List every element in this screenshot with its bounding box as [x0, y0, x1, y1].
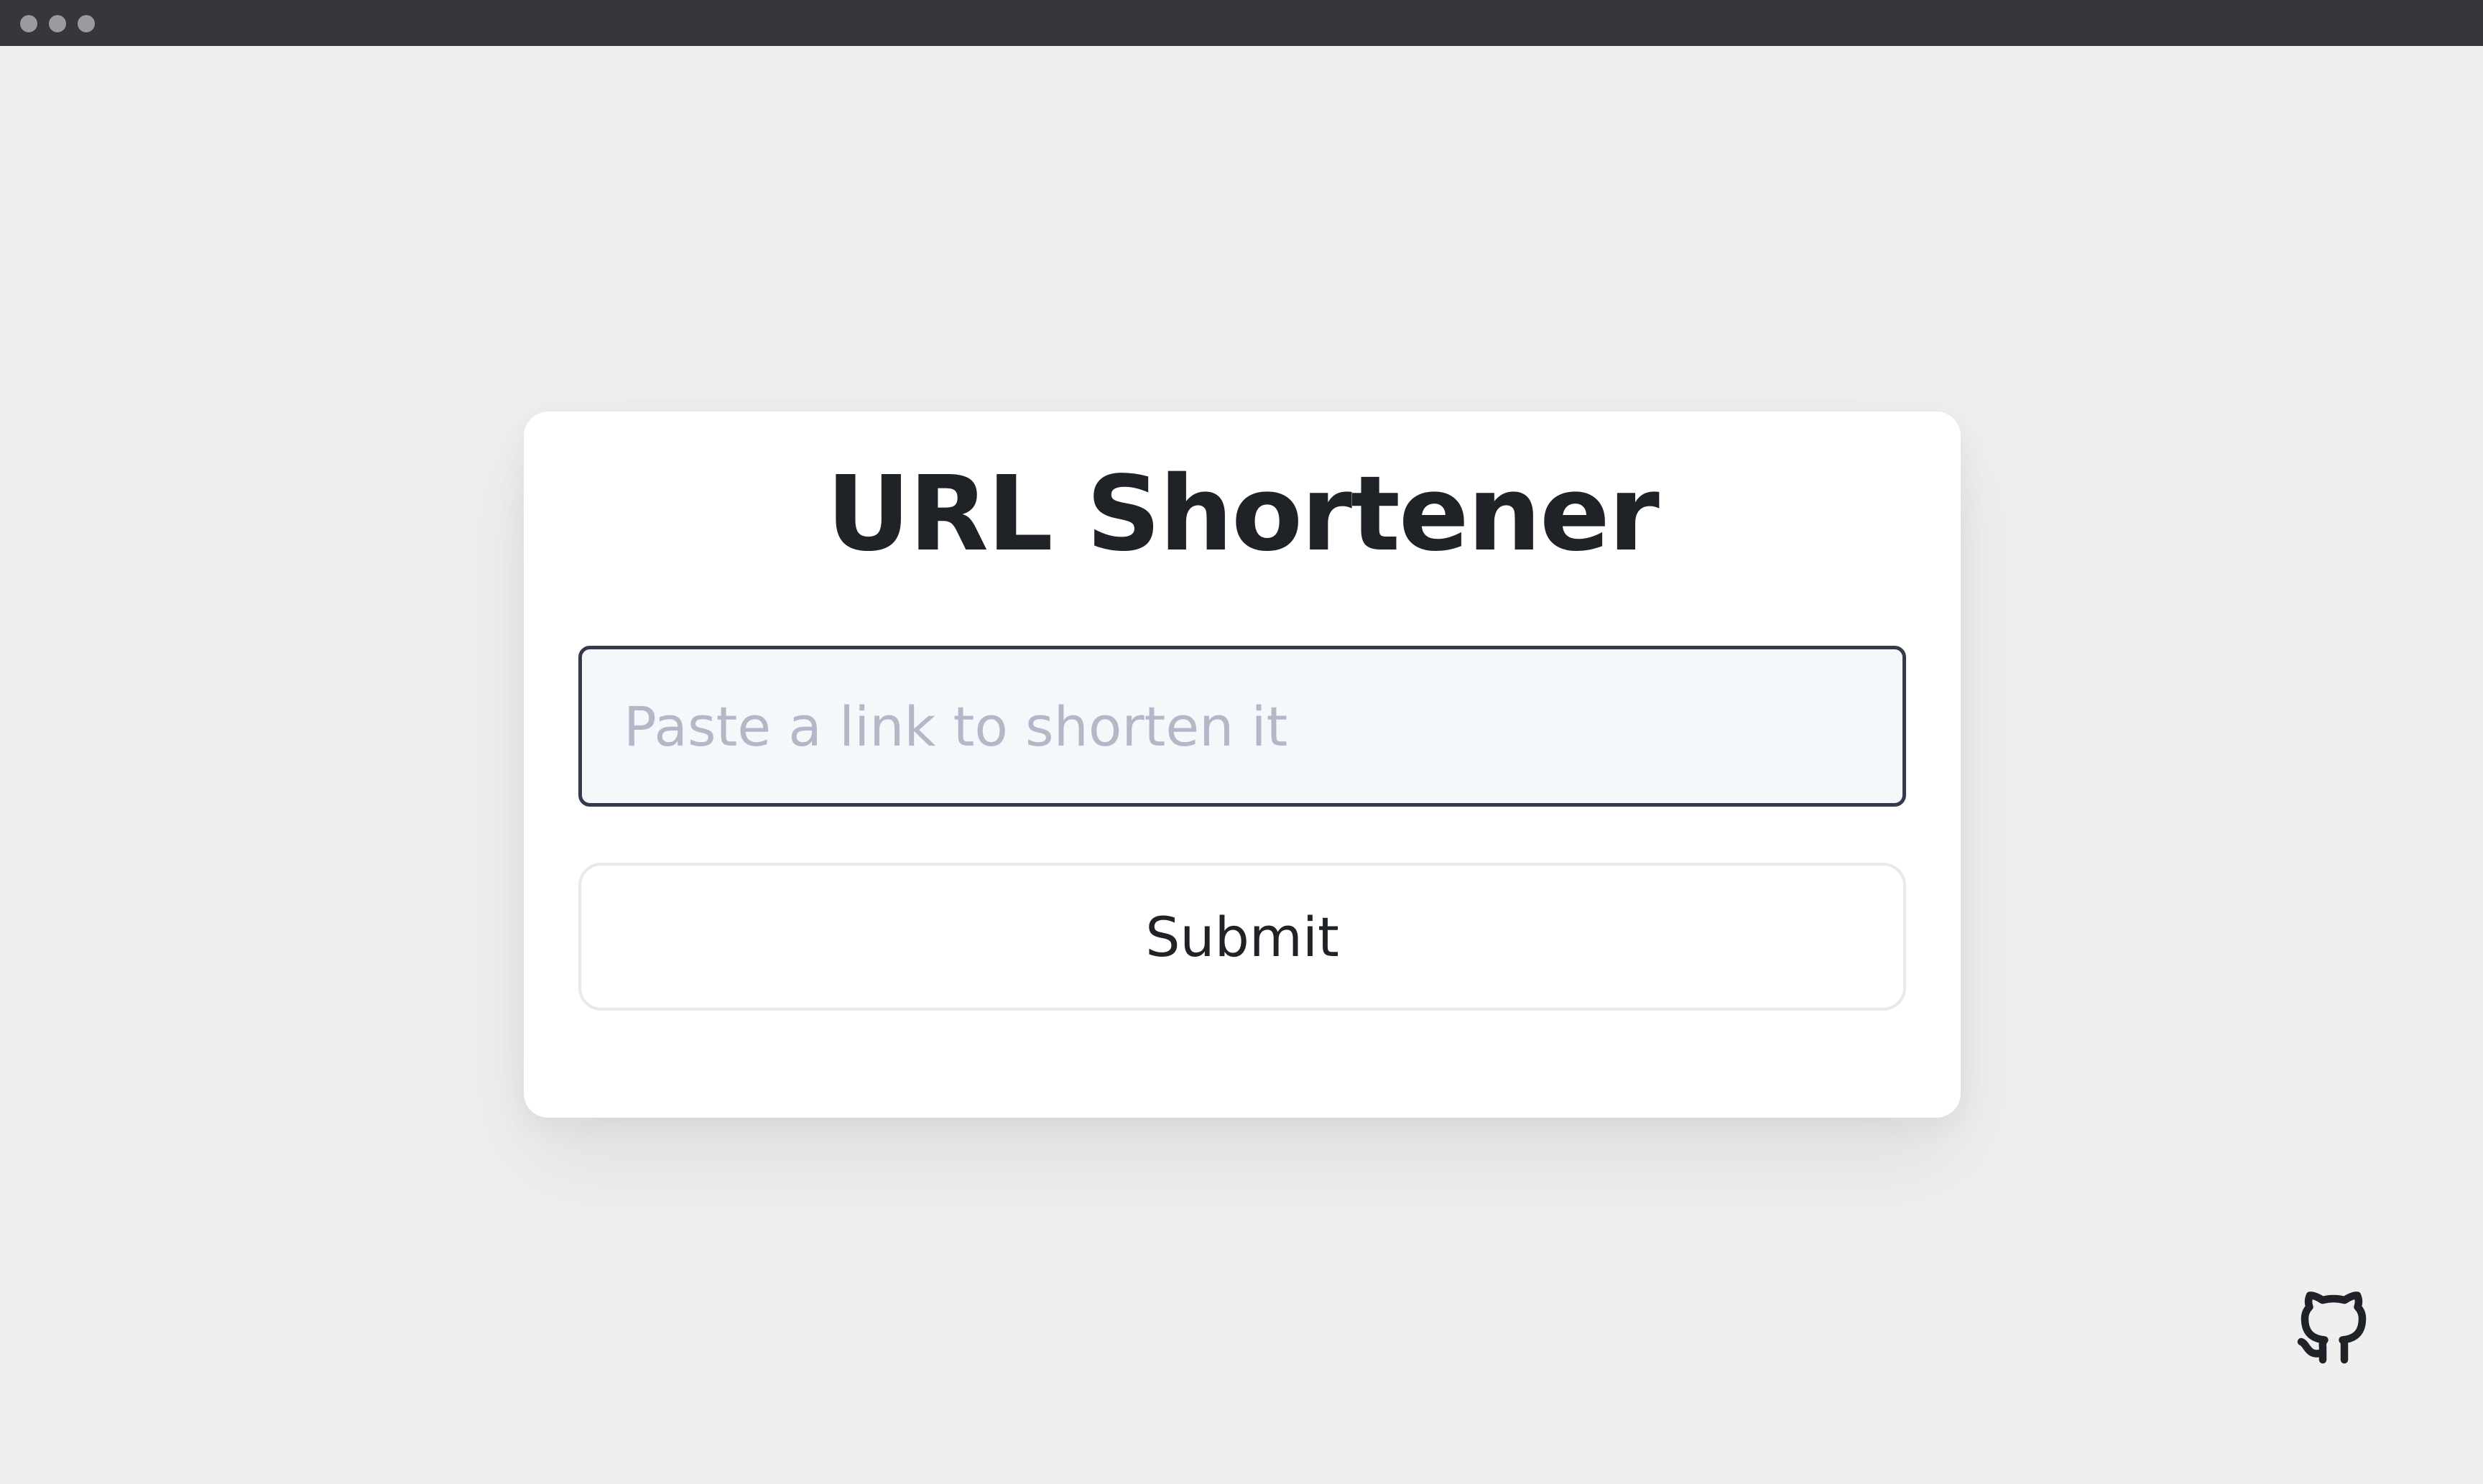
- page-title: URL Shortener: [826, 453, 1660, 574]
- github-link[interactable]: [2290, 1283, 2377, 1372]
- window-minimize-button[interactable]: [49, 15, 66, 32]
- window-close-button[interactable]: [20, 15, 37, 32]
- github-icon: [2290, 1291, 2377, 1375]
- url-input[interactable]: [578, 646, 1906, 807]
- window-maximize-button[interactable]: [78, 15, 95, 32]
- submit-button[interactable]: Submit: [578, 863, 1906, 1011]
- url-shortener-card: URL Shortener Submit: [524, 412, 1961, 1118]
- browser-window: URL Shortener Submit: [0, 0, 2483, 1484]
- window-titlebar: [0, 0, 2483, 46]
